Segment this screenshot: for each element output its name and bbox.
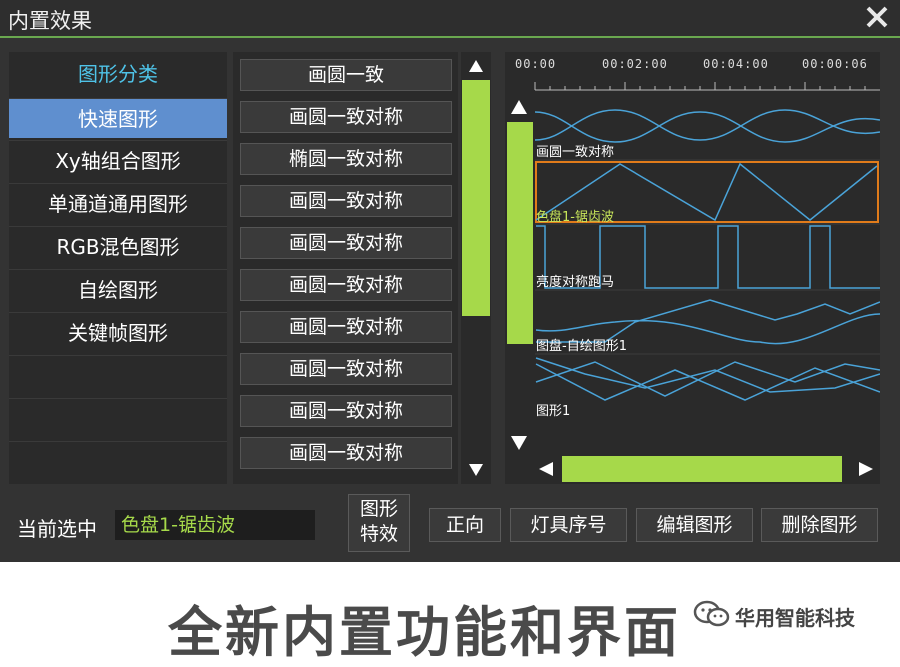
- timeline-down-icon: [511, 436, 527, 450]
- title-bar: 内置效果: [0, 0, 900, 38]
- effect-list-scrollbar[interactable]: [461, 52, 491, 484]
- track-label[interactable]: 画圆一致对称: [536, 141, 614, 160]
- category-empty-row: [9, 355, 227, 395]
- effect-item[interactable]: 画圆一致对称: [240, 101, 452, 133]
- delete-shape-button[interactable]: 删除图形: [761, 508, 878, 542]
- category-panel: 图形分类 快速图形 Xy轴组合图形 单通道通用图形 RGB混色图形 自绘图形 关…: [9, 52, 227, 484]
- scroll-thumb[interactable]: [462, 80, 490, 316]
- effect-item[interactable]: 画圆一致: [240, 59, 452, 91]
- timeline-preview: 00:00 00:02:00 00:04:00 00:00:06 画圆一致对称 …: [505, 52, 880, 484]
- track-label[interactable]: 亮度对称跑马: [536, 271, 614, 290]
- timeline-hscrollbar: [539, 456, 873, 482]
- effect-list-panel: 画圆一致 画圆一致对称 椭圆一致对称 画圆一致对称 画圆一致对称 画圆一致对称 …: [233, 52, 458, 484]
- current-selection-label: 当前选中: [17, 517, 97, 541]
- effect-item[interactable]: 画圆一致对称: [240, 311, 452, 343]
- watermark-text: 华用智能科技: [735, 606, 855, 630]
- effect-item[interactable]: 画圆一致对称: [240, 227, 452, 259]
- shape-effect-line1: 图形: [359, 498, 398, 520]
- category-item-single-channel[interactable]: 单通道通用图形: [9, 183, 227, 223]
- scroll-up-icon[interactable]: [468, 59, 484, 73]
- track-waveform-sine: [534, 109, 880, 143]
- category-item-custom[interactable]: 自绘图形: [9, 269, 227, 309]
- effect-item[interactable]: 画圆一致对称: [240, 353, 452, 385]
- wechat-icon: [693, 600, 730, 627]
- builtin-effects-window: 内置效果 图形分类 快速图形 Xy轴组合图形 单通道通用图形 RGB混色图形 自…: [0, 0, 900, 562]
- effect-item[interactable]: 画圆一致对称: [240, 395, 452, 427]
- edit-shape-button[interactable]: 编辑图形: [636, 508, 753, 542]
- scroll-down-icon[interactable]: [468, 463, 484, 477]
- track-label[interactable]: 图盘-自绘图形1: [536, 335, 627, 354]
- category-item-quick[interactable]: 快速图形: [9, 98, 227, 138]
- current-selection-value: 色盘1-锯齿波: [115, 510, 315, 540]
- timeline-scrollbar: [507, 100, 533, 450]
- effect-item[interactable]: 椭圆一致对称: [240, 143, 452, 175]
- effect-item[interactable]: 画圆一致对称: [240, 269, 452, 301]
- window-title: 内置效果: [8, 9, 92, 33]
- timeline-up-icon: [511, 100, 527, 114]
- shape-effect-button[interactable]: 图形 特效: [348, 494, 410, 552]
- shape-effect-line2: 特效: [359, 523, 398, 545]
- close-icon[interactable]: [864, 4, 890, 30]
- track-waveform-mixed: [535, 357, 880, 401]
- banner-headline: 全新内置功能和界面: [168, 601, 681, 664]
- category-item-keyframe[interactable]: 关键帧图形: [9, 312, 227, 352]
- timeline-scroll-thumb: [507, 122, 533, 344]
- effect-item[interactable]: 画圆一致对称: [240, 437, 452, 469]
- category-item-xy[interactable]: Xy轴组合图形: [9, 140, 227, 180]
- timeline-right-icon: [859, 462, 873, 476]
- track-label[interactable]: 图形1: [536, 400, 570, 419]
- timeline-hscroll-thumb: [562, 456, 842, 482]
- ruler-ticks: [534, 82, 880, 91]
- timeline-left-icon: [539, 462, 553, 476]
- category-item-rgb[interactable]: RGB混色图形: [9, 226, 227, 266]
- track-label-selected[interactable]: 色盘1-锯齿波: [536, 206, 614, 225]
- category-header: 图形分类: [78, 62, 158, 86]
- timeline-graphics: [507, 82, 880, 482]
- category-empty-row: [9, 441, 227, 481]
- effect-item[interactable]: 画圆一致对称: [240, 185, 452, 217]
- category-empty-row: [9, 398, 227, 438]
- forward-button[interactable]: 正向: [429, 508, 501, 542]
- fixture-order-button[interactable]: 灯具序号: [510, 508, 627, 542]
